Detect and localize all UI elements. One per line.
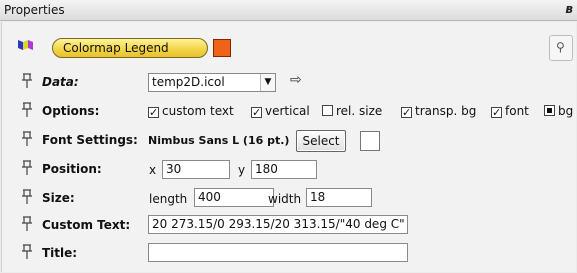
option-vertical[interactable]: ✓ vertical: [251, 104, 310, 118]
title-pin-icon[interactable]: [20, 244, 34, 260]
position-y-input[interactable]: 180: [251, 160, 317, 179]
data-select-value: temp2D.icol: [152, 75, 225, 89]
checkbox-vertical[interactable]: ✓: [251, 107, 262, 118]
size-width-input[interactable]: 18: [306, 188, 372, 207]
font-color-swatch[interactable]: [360, 131, 380, 151]
data-label: Data:: [42, 75, 79, 89]
colormap-legend-icon: [18, 40, 33, 50]
size-label: Size:: [42, 191, 75, 205]
goto-arrow-icon[interactable]: ⇨: [290, 72, 302, 88]
data-select[interactable]: temp2D.icol ▼: [148, 73, 276, 92]
option-rel-size[interactable]: rel. size: [322, 104, 382, 118]
font-select-button[interactable]: Select: [296, 130, 346, 152]
option-font[interactable]: ✓ font: [491, 104, 529, 118]
font-settings-label: Font Settings:: [42, 133, 138, 147]
font-name-value: Nimbus Sans L (16 pt.): [148, 134, 290, 147]
panel-pin-icon[interactable]: ʙ: [565, 2, 573, 16]
side-action-button[interactable]: ⚲: [549, 35, 573, 61]
font-pin-icon[interactable]: [20, 131, 34, 147]
option-bg[interactable]: bg: [544, 104, 573, 118]
options-label: Options:: [42, 104, 100, 118]
checkbox-rel-size[interactable]: [322, 105, 333, 116]
object-name-field[interactable]: Colormap Legend: [52, 38, 208, 58]
size-length-input[interactable]: 400: [194, 188, 274, 207]
chevron-down-icon[interactable]: ▼: [260, 74, 275, 91]
position-y-label: y: [238, 163, 246, 177]
title-input[interactable]: [148, 243, 408, 262]
object-color-swatch[interactable]: [213, 39, 231, 57]
size-length-label: length: [149, 192, 188, 206]
panel-title: Properties: [4, 3, 65, 17]
checkbox-custom-text[interactable]: ✓: [148, 107, 159, 118]
custom-text-input[interactable]: 20 273.15/0 293.15/20 313.15/"40 deg C": [148, 215, 408, 234]
title-label: Title:: [42, 246, 78, 260]
properties-panel: [1, 22, 576, 272]
properties-titlebar: Properties ʙ: [0, 0, 577, 21]
option-custom-text[interactable]: ✓ custom text: [148, 104, 234, 118]
size-width-label: width: [268, 192, 302, 206]
data-pin-icon[interactable]: [20, 73, 34, 89]
custom-text-pin-icon[interactable]: [20, 216, 34, 232]
custom-text-label: Custom Text:: [42, 218, 131, 232]
options-pin-icon[interactable]: [20, 102, 34, 118]
option-transp-bg[interactable]: ✓ transp. bg: [401, 104, 476, 118]
position-pin-icon[interactable]: [20, 160, 34, 176]
size-pin-icon[interactable]: [20, 189, 34, 205]
checkbox-transp-bg[interactable]: ✓: [401, 107, 412, 118]
link-icon: ⚲: [556, 40, 565, 54]
position-x-input[interactable]: 30: [162, 160, 230, 179]
position-label: Position:: [42, 162, 102, 176]
checkbox-bg[interactable]: [544, 105, 555, 116]
position-x-label: x: [149, 163, 157, 177]
checkbox-font[interactable]: ✓: [491, 107, 502, 118]
